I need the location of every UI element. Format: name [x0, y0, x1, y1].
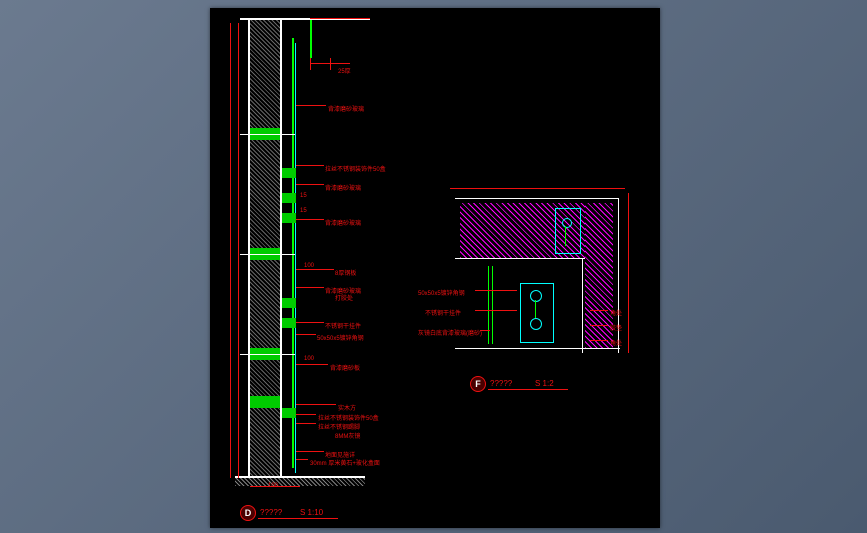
leader-14: [296, 459, 308, 460]
bracket-box-1: [555, 208, 581, 254]
green-arrow: [310, 20, 312, 58]
leader-7: [296, 322, 324, 323]
f-underline: [488, 389, 568, 390]
annotation: 15: [300, 193, 307, 199]
corner-bottom: [455, 348, 620, 349]
bracket-6: [282, 408, 296, 418]
corner-inner-h: [455, 258, 585, 259]
annotation: 拉丝不锈钢踢脚: [318, 422, 360, 431]
annotation: 背漆磨砂玻璃: [328, 104, 364, 113]
annotation: 实木方: [338, 403, 356, 412]
bracket-3: [282, 213, 296, 223]
r-leader-2: [475, 310, 517, 311]
section-d-title: ?????: [260, 508, 282, 517]
section-f-title: ?????: [490, 379, 512, 388]
annotation: 50x50x5镀锌角钢: [418, 288, 465, 297]
top-dim: [310, 18, 370, 19]
annotation: 背漆磨砂板: [330, 363, 360, 372]
annotation: 胶垫: [610, 323, 622, 332]
cad-canvas: D ????? S 1:10 F ????? S 1:2 25厚背漆磨砂玻璃拉丝…: [210, 8, 660, 528]
joint-4: [250, 396, 280, 408]
section-f-scale: S 1:2: [535, 379, 554, 388]
leader-10: [296, 404, 336, 405]
leader-11: [296, 414, 316, 415]
glass-right-1: [488, 266, 489, 344]
annotation: 25厚: [338, 66, 351, 75]
corner-inner-v: [582, 258, 583, 353]
joint-3-line: [240, 354, 295, 355]
r-leader-6: [590, 340, 608, 341]
annotation: 拉丝不锈钢装饰件50盒: [325, 164, 386, 173]
section-marker-f: F: [470, 376, 486, 392]
leader-6: [296, 287, 324, 288]
bolt-1-slot: [565, 226, 566, 246]
leader-12: [296, 423, 316, 424]
leader-9: [296, 364, 328, 365]
annotation: 打胶处: [335, 293, 353, 302]
annotation: 角处: [610, 308, 622, 317]
leader-3: [296, 184, 324, 185]
section-marker-d: D: [240, 505, 256, 521]
leader-4: [296, 219, 324, 220]
annotation: 不锈钢干挂件: [425, 308, 461, 317]
annotation: 角处: [610, 338, 622, 347]
leader-2: [296, 165, 324, 166]
bracket-5: [282, 318, 296, 328]
r-dim-top: [450, 188, 625, 189]
glass-right-2: [492, 266, 493, 344]
d-underline: [258, 518, 338, 519]
bolt-2: [530, 290, 542, 302]
bracket-2: [282, 193, 296, 203]
annotation: 背漆磨砂玻璃: [325, 183, 361, 192]
leader-8: [296, 334, 316, 335]
section-d-scale: S 1:10: [300, 508, 323, 517]
leader-1: [296, 105, 326, 106]
floor-hatch: [235, 478, 365, 486]
r-dim-right: [628, 193, 629, 353]
annotation: 背漆磨砂玻璃: [325, 218, 361, 227]
joint-1-line: [240, 134, 295, 135]
bolt-1: [562, 218, 572, 228]
dim-vert-1: [238, 23, 239, 478]
leader-13: [296, 451, 324, 452]
corner-top: [455, 198, 618, 199]
annotation: 30mm 厚米黄石+玻化盒面: [310, 458, 380, 467]
corner-hatch-right: [585, 203, 613, 348]
dim-vert-2: [230, 23, 231, 478]
leader-5: [296, 269, 334, 270]
r-leader-4: [590, 310, 608, 311]
bolt-2-slot: [535, 300, 536, 318]
annotation: 8厚钢板: [335, 268, 356, 277]
bolt-3: [530, 318, 542, 330]
annotation: 100: [304, 263, 314, 269]
annotation: 50x50x5镀锌角钢: [317, 333, 364, 342]
annotation: 100: [304, 356, 314, 362]
r-leader-1: [475, 290, 517, 291]
top-dim-t1: [310, 58, 311, 70]
annotation: 100: [268, 483, 278, 489]
bracket-1: [282, 168, 296, 178]
top-dim-t2: [330, 58, 331, 70]
bracket-4: [282, 298, 296, 308]
annotation: 灰镜白底背漆玻璃(磨砂): [418, 328, 482, 337]
annotation: 15: [300, 208, 307, 214]
annotation: 不锈钢干挂件: [325, 321, 361, 330]
top-dim-h: [310, 63, 350, 64]
cladding-line: [292, 38, 294, 468]
joint-2-line: [240, 254, 295, 255]
annotation: 8MM灰镜: [335, 431, 360, 440]
annotation: 拉丝不锈钢装饰件50盒: [318, 413, 379, 422]
r-leader-5: [590, 325, 608, 326]
